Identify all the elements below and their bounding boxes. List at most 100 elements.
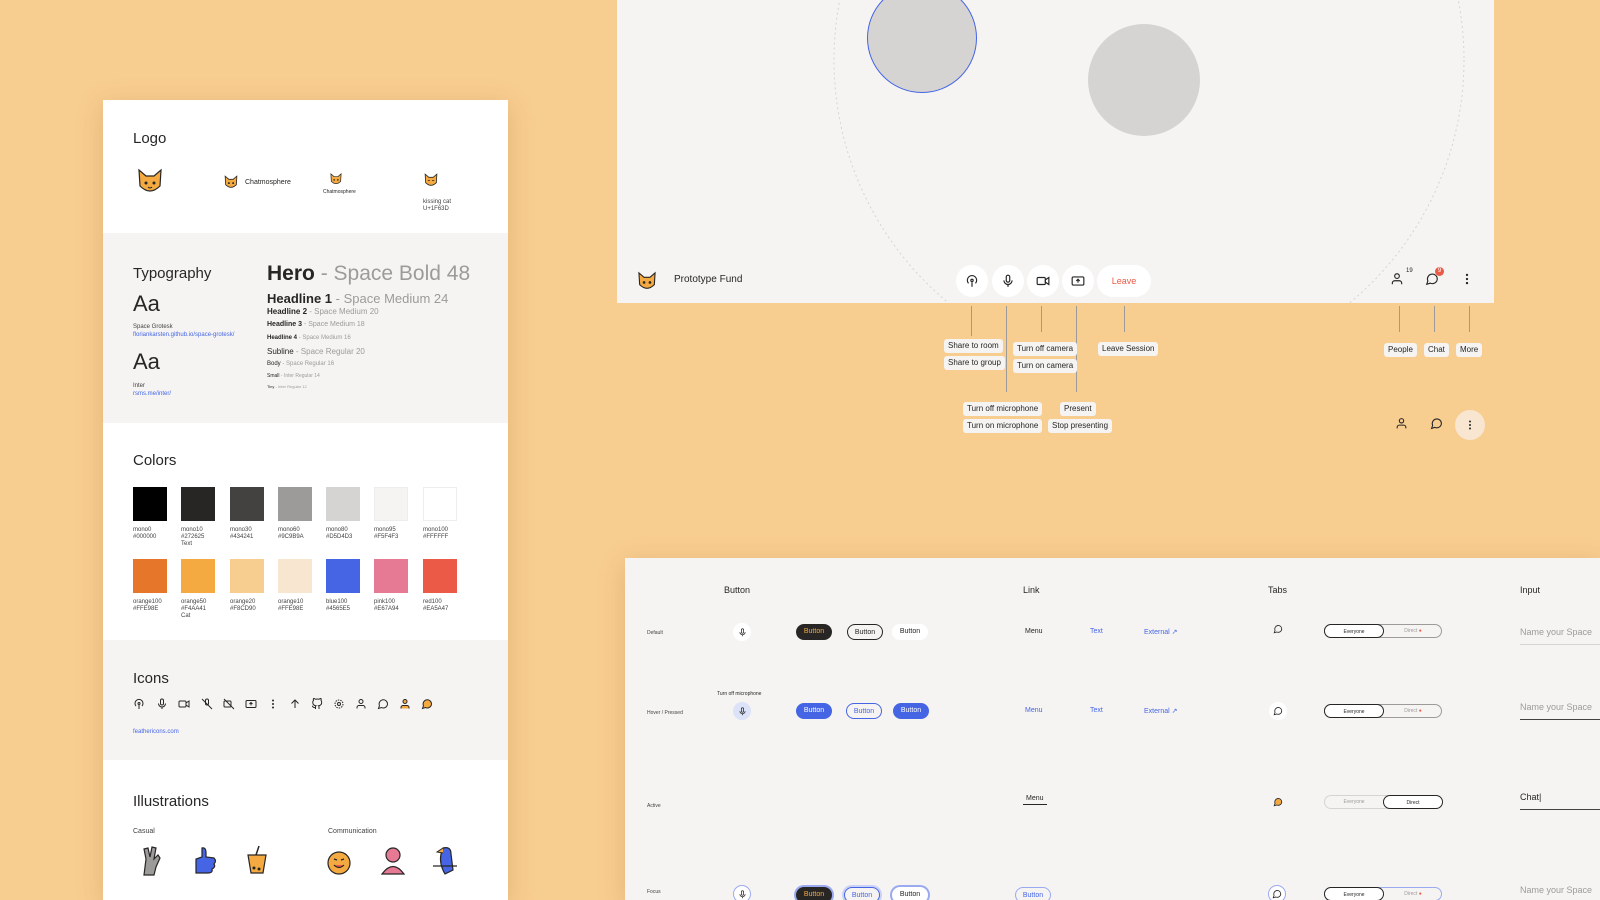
- tooltip-cam-on: Turn on camera: [1013, 359, 1078, 373]
- tab-direct[interactable]: Direct ●: [1383, 887, 1443, 900]
- input-hover[interactable]: Name your Space: [1520, 702, 1600, 720]
- message-circle-icon[interactable]: [1430, 417, 1443, 430]
- leave-button[interactable]: Leave: [1097, 265, 1151, 297]
- color-swatch-label: mono100 #FFFFFF: [423, 527, 469, 541]
- color-name: mono95: [374, 527, 396, 533]
- person-speaking-illustration: [380, 847, 406, 875]
- more-vertical-icon: [1465, 273, 1469, 285]
- tab-everyone[interactable]: Everyone: [1324, 887, 1384, 900]
- header-tabs: Tabs: [1268, 585, 1288, 595]
- input-focus[interactable]: Name your Space: [1520, 885, 1600, 900]
- settings-icon: [334, 699, 344, 709]
- more-vertical-icon: [272, 699, 274, 709]
- tertiary-button-hover[interactable]: Button: [893, 703, 929, 719]
- color-swatch: [326, 487, 360, 521]
- primary-button-focus[interactable]: Button: [796, 887, 832, 900]
- color-name: orange10: [278, 599, 304, 605]
- cat-logo-icon: [638, 271, 656, 289]
- color-hex: #000000: [133, 534, 157, 540]
- more-button-active[interactable]: [1455, 410, 1485, 440]
- external-link-default[interactable]: External ↗: [1144, 628, 1178, 636]
- secondary-button-focus[interactable]: Button: [844, 887, 880, 900]
- message-active-icon[interactable]: [1273, 797, 1283, 807]
- input-default[interactable]: Name your Space: [1520, 627, 1600, 645]
- illustrations-title: Illustrations: [133, 793, 209, 810]
- color-swatch: [326, 559, 360, 593]
- more-button[interactable]: [1460, 272, 1476, 288]
- microphone-button[interactable]: [992, 265, 1024, 297]
- logo-wordmark-horizontal: Chatmosphere: [245, 179, 291, 186]
- text-link-default[interactable]: Text: [1090, 628, 1103, 635]
- tab-direct[interactable]: Direct ●: [1383, 624, 1443, 638]
- row-label-hover: Hover / Pressed: [647, 710, 683, 716]
- row-label-active: Active: [647, 803, 661, 809]
- tab-direct[interactable]: Direct: [1383, 795, 1443, 809]
- share-button[interactable]: [956, 265, 988, 297]
- font2-link[interactable]: rsms.me/inter/: [133, 390, 171, 398]
- chat-button[interactable]: 9: [1425, 267, 1444, 288]
- primary-button-hover[interactable]: Button: [796, 703, 832, 719]
- text-link-hover[interactable]: Text: [1090, 707, 1103, 714]
- link-button-focus[interactable]: Button: [1015, 887, 1051, 900]
- secondary-button-default[interactable]: Button: [847, 624, 883, 640]
- type-spec: - Space Medium 18: [303, 321, 365, 328]
- color-name: orange50: [181, 599, 207, 605]
- tooltip-stop-present: Stop presenting: [1048, 419, 1113, 433]
- primary-button-default[interactable]: Button: [796, 624, 832, 640]
- color-swatch-label: blue100 #4565E5: [326, 599, 372, 613]
- color-swatch: [133, 487, 167, 521]
- unread-dot: ●: [1418, 628, 1422, 634]
- arrow-up-icon: [291, 699, 299, 708]
- tab-direct-label: Direct: [1404, 628, 1418, 634]
- tooltip-share-group: Share to group: [944, 356, 1005, 370]
- icon-button-focus[interactable]: [733, 885, 751, 900]
- chat-icon-button-hover[interactable]: [1269, 702, 1287, 720]
- podcast-icon: [134, 698, 144, 709]
- input-active[interactable]: Chat|: [1520, 792, 1600, 810]
- header-link: Link: [1023, 585, 1040, 595]
- icon-button-hover[interactable]: [733, 702, 751, 720]
- connector-line: [1399, 306, 1400, 332]
- tab-everyone[interactable]: Everyone: [1324, 795, 1384, 809]
- feathericons-link[interactable]: feathericons.com: [133, 728, 179, 736]
- colors-title: Colors: [133, 452, 177, 469]
- tab-everyone[interactable]: Everyone: [1324, 704, 1384, 718]
- user-icon[interactable]: [1395, 417, 1408, 430]
- participant-avatar[interactable]: [1088, 24, 1200, 136]
- font1-link[interactable]: floriankarsten.github.io/space-grotesk/: [133, 331, 234, 339]
- menu-link-hover[interactable]: Menu: [1025, 707, 1043, 714]
- icon-button-default[interactable]: [733, 623, 751, 641]
- external-link-hover[interactable]: External ↗: [1144, 707, 1178, 715]
- type-h4: Headline 4 - Space Medium 16: [267, 335, 351, 341]
- message-circle-icon[interactable]: [1273, 624, 1283, 634]
- kissing-cat-icon: [424, 173, 438, 186]
- message-circle-icon: [1272, 890, 1282, 899]
- menu-link-active[interactable]: Menu: [1023, 795, 1047, 805]
- people-count: 19: [1406, 268, 1413, 274]
- color-name: mono30: [230, 527, 252, 533]
- color-swatch-label: mono10 #272625 Text: [181, 527, 227, 548]
- menu-link-default[interactable]: Menu: [1025, 628, 1043, 635]
- typography-section: Typography Aa Space Grotesk floriankarst…: [103, 233, 508, 423]
- logo-title: Logo: [133, 130, 167, 147]
- tertiary-button-focus[interactable]: Button: [892, 887, 928, 900]
- camera-button[interactable]: [1027, 265, 1059, 297]
- connector-line: [1041, 306, 1042, 332]
- people-button[interactable]: 19: [1390, 268, 1413, 288]
- tooltip-present: Present: [1060, 402, 1096, 416]
- color-name: red100: [423, 599, 442, 605]
- bubble-tea-illustration: [247, 845, 267, 874]
- communication-label: Communication: [328, 828, 377, 835]
- chat-icon-button-focus[interactable]: [1268, 885, 1286, 900]
- type-spec: - Inter Regular 14: [280, 373, 320, 379]
- user-icon: [356, 699, 366, 709]
- tab-direct[interactable]: Direct ●: [1383, 704, 1443, 718]
- mic-off-icon: [201, 698, 213, 710]
- present-button[interactable]: [1062, 265, 1094, 297]
- video-off-icon: [223, 698, 235, 710]
- color-swatch-label: mono60 #9C9B9A: [278, 527, 324, 541]
- tertiary-button-default[interactable]: Button: [892, 624, 928, 640]
- secondary-button-hover[interactable]: Button: [846, 703, 882, 719]
- color-hex: #FFE98E: [278, 606, 304, 612]
- tab-everyone[interactable]: Everyone: [1324, 624, 1384, 638]
